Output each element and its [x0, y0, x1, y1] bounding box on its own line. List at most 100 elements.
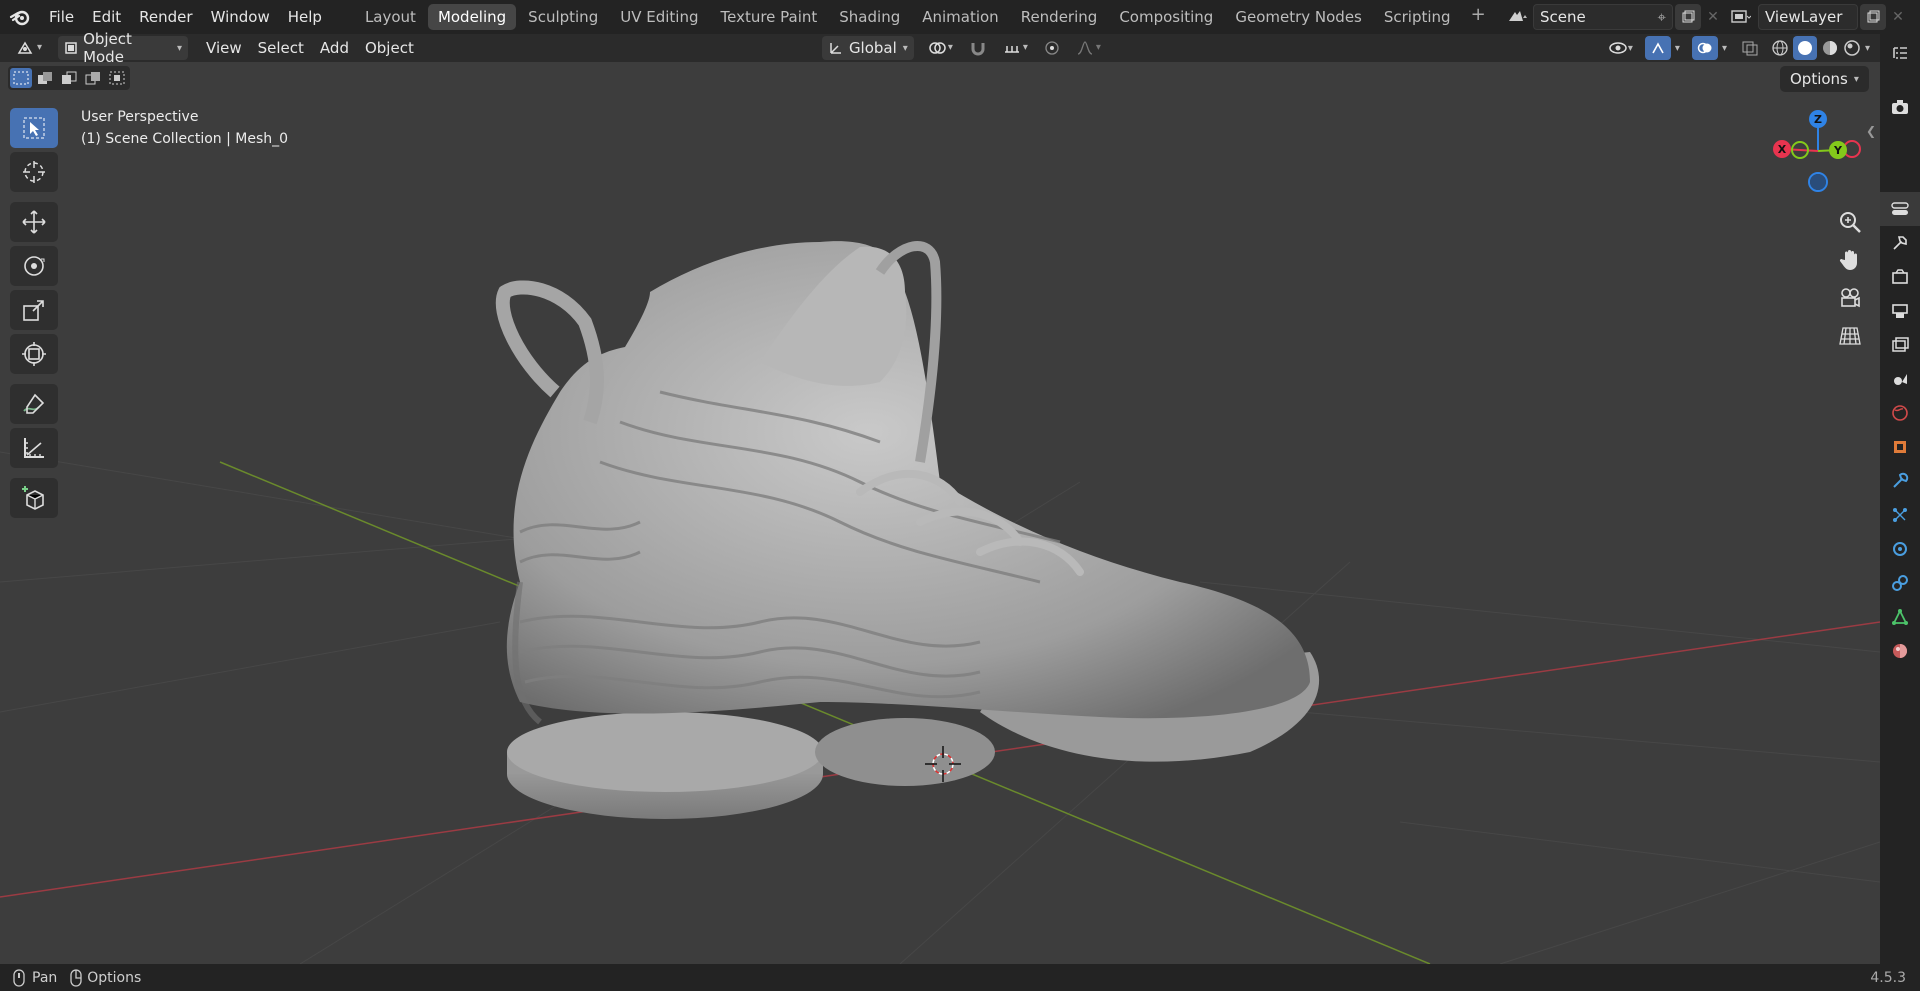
tool-annotate[interactable] [10, 384, 58, 424]
pin-icon[interactable]: ⌖ [1658, 8, 1666, 26]
navigation-gizmo[interactable]: Z X Y [1762, 107, 1862, 207]
menu-window[interactable]: Window [202, 4, 279, 30]
perspective-toggle-icon[interactable] [1833, 319, 1867, 353]
constraints-properties-icon[interactable] [1880, 566, 1920, 600]
shading-rendered-icon[interactable] [1843, 39, 1861, 57]
tool-properties-icon[interactable] [1880, 226, 1920, 260]
object-properties-icon[interactable] [1880, 430, 1920, 464]
version-label: 4.5.3 [1870, 970, 1906, 986]
tab-layout[interactable]: Layout [355, 4, 426, 30]
outliner-icon[interactable] [1880, 36, 1920, 70]
delete-view-layer-icon[interactable]: ✕ [1886, 9, 1910, 25]
tab-sculpting[interactable]: Sculpting [518, 4, 608, 30]
tab-rendering[interactable]: Rendering [1011, 4, 1108, 30]
gizmo-x-label: X [1778, 143, 1787, 156]
world-properties-icon[interactable] [1880, 396, 1920, 430]
select-subtract-icon[interactable] [58, 68, 80, 88]
physics-properties-icon[interactable] [1880, 532, 1920, 566]
shoe-mesh [495, 241, 1320, 819]
orientation-dropdown[interactable]: Global ▾ [821, 36, 914, 60]
falloff-icon [1077, 41, 1093, 55]
snap-target-button[interactable]: ▾ [995, 36, 1036, 60]
tool-cursor[interactable] [10, 152, 58, 192]
tab-shading[interactable]: Shading [829, 4, 910, 30]
material-properties-icon[interactable] [1880, 634, 1920, 668]
mode-label: Object Mode [83, 30, 132, 66]
proportional-edit-icon [1045, 41, 1059, 55]
tool-add-cube[interactable] [10, 478, 58, 518]
new-scene-icon[interactable] [1675, 4, 1701, 30]
new-view-layer-icon[interactable] [1860, 4, 1886, 30]
blender-logo-icon[interactable] [0, 0, 40, 34]
tab-scripting[interactable]: Scripting [1374, 4, 1461, 30]
falloff-button[interactable]: ▾ [1068, 36, 1109, 60]
overlays-toggle-icon[interactable] [1691, 36, 1718, 60]
tool-scale[interactable] [10, 290, 58, 330]
editor-type-icon [17, 41, 33, 54]
view-layer-name: ViewLayer [1765, 8, 1843, 26]
tab-uv-editing[interactable]: UV Editing [610, 4, 708, 30]
tab-geometry-nodes[interactable]: Geometry Nodes [1225, 4, 1372, 30]
tab-compositing[interactable]: Compositing [1109, 4, 1223, 30]
options-dropdown[interactable]: Options ▾ [1780, 66, 1869, 92]
scene-properties-icon[interactable] [1880, 362, 1920, 396]
scene-name-field[interactable]: Scene ⌖ [1533, 4, 1673, 30]
view-layer-properties-icon[interactable] [1880, 328, 1920, 362]
zoom-icon[interactable] [1833, 205, 1867, 239]
pan-hand-icon[interactable] [1833, 243, 1867, 277]
tool-move[interactable] [10, 202, 58, 242]
delete-scene-icon[interactable]: ✕ [1701, 9, 1725, 25]
cursor-icon [23, 161, 45, 183]
selection-mode-group [8, 66, 130, 90]
select-extend-icon[interactable] [34, 68, 56, 88]
sidebar-toggle-icon[interactable]: ❮ [1866, 124, 1876, 138]
pivot-point-button[interactable]: ▾ [920, 36, 961, 60]
menu-select[interactable]: Select [250, 36, 312, 60]
mouse-right-icon [69, 968, 83, 987]
select-invert-icon[interactable] [82, 68, 104, 88]
modifier-properties-icon[interactable] [1880, 464, 1920, 498]
tool-transform[interactable] [10, 334, 58, 374]
select-new-icon[interactable] [10, 68, 32, 88]
render-properties-icon[interactable] [1880, 260, 1920, 294]
output-properties-icon[interactable] [1880, 294, 1920, 328]
tab-texture-paint[interactable]: Texture Paint [710, 4, 827, 30]
tab-animation[interactable]: Animation [912, 4, 1008, 30]
menu-help[interactable]: Help [279, 4, 331, 30]
3d-viewport[interactable]: User Perspective (1) Scene Collection | … [0, 62, 1880, 964]
visibility-icon[interactable]: ▾ [1608, 40, 1633, 56]
view-settings-icon[interactable] [1880, 192, 1920, 226]
gizmo-toggle-icon[interactable] [1644, 36, 1671, 60]
pivot-icon [929, 42, 946, 54]
proportional-edit-toggle[interactable] [1036, 36, 1068, 60]
shading-material-icon[interactable] [1821, 39, 1839, 57]
mode-dropdown[interactable]: Object Mode ▾ [58, 30, 189, 66]
tool-select-box[interactable] [10, 108, 58, 148]
add-workspace-icon[interactable]: + [1463, 4, 1494, 30]
menu-file[interactable]: File [40, 4, 83, 30]
orientation-label: Global [848, 39, 897, 57]
camera-view-icon[interactable] [1833, 281, 1867, 315]
editor-type-button[interactable]: ▾ [8, 36, 50, 60]
data-properties-icon[interactable] [1880, 600, 1920, 634]
gizmo-z-label: Z [1814, 113, 1822, 126]
tab-modeling[interactable]: Modeling [427, 4, 517, 30]
view-layer-icon[interactable] [1724, 10, 1758, 24]
view-layer-name-field[interactable]: ViewLayer [1758, 4, 1858, 30]
scene-icon[interactable] [1503, 9, 1533, 25]
menu-object[interactable]: Object [357, 36, 422, 60]
xray-toggle-icon[interactable] [1741, 40, 1759, 56]
snap-toggle[interactable] [961, 36, 995, 60]
shading-solid-icon[interactable] [1792, 36, 1817, 60]
menu-view[interactable]: View [198, 36, 250, 60]
particles-properties-icon[interactable] [1880, 498, 1920, 532]
top-bar: File Edit Render Window Help Layout Mode… [0, 0, 1920, 34]
tool-rotate[interactable] [10, 246, 58, 286]
camera-snapshot-icon[interactable] [1880, 90, 1920, 124]
menu-render[interactable]: Render [130, 4, 201, 30]
tool-measure[interactable] [10, 428, 58, 468]
shading-wireframe-icon[interactable] [1771, 39, 1789, 57]
menu-edit[interactable]: Edit [83, 4, 130, 30]
select-intersect-icon[interactable] [106, 68, 128, 88]
menu-add[interactable]: Add [312, 36, 357, 60]
